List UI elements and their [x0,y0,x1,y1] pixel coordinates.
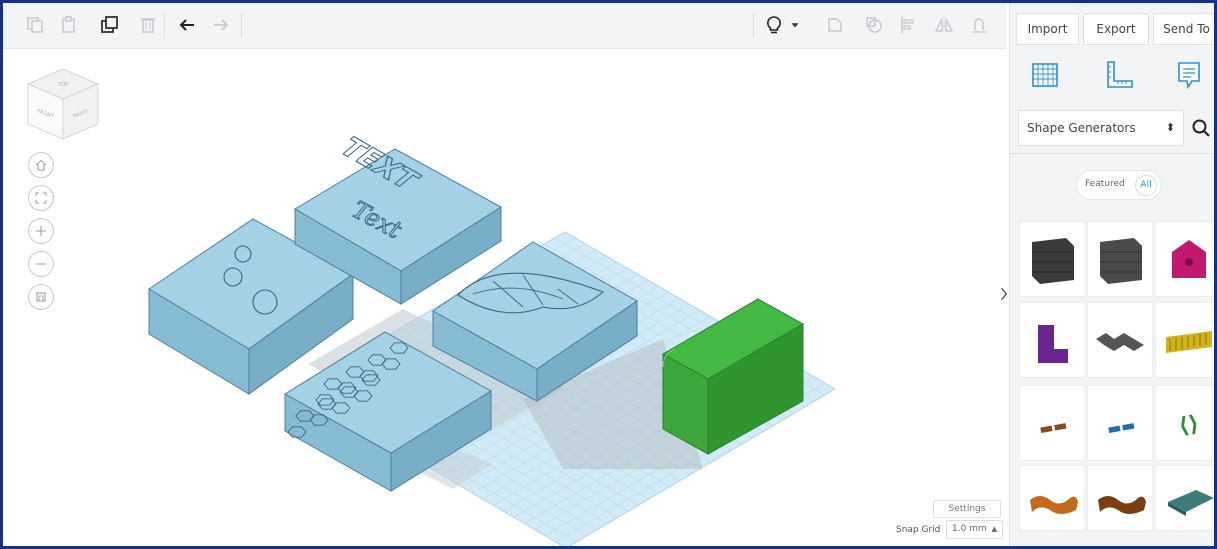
shape-tile-chair[interactable] [1019,302,1085,378]
undo-icon[interactable] [173,11,201,39]
ruler-icon[interactable] [1099,55,1139,95]
birdhouse-icon [1172,240,1206,278]
brick-wall-icon [1032,238,1074,284]
fit-all-icon [35,192,47,204]
shape-tile-plate-teal[interactable] [1155,465,1214,531]
cruise-icon[interactable] [965,11,993,39]
plate-teal-icon [1168,490,1214,516]
view-cube[interactable]: TOP FRONT RIGHT [26,68,100,140]
3d-workplane[interactable]: TOP FRONT RIGHT TEXT Text Settings Snap … [3,49,1006,549]
toolbar-divider [241,13,242,39]
svg-text:⟨⟩: ⟨⟩ [1177,411,1201,439]
library-select[interactable]: Shape Generators ⬍ [1018,110,1184,146]
shape-tile-brick-wall[interactable] [1019,221,1085,297]
delete-icon[interactable] [134,11,162,39]
copy-icon[interactable] [21,11,49,39]
home-icon [35,159,47,171]
align-icon[interactable] [894,11,922,39]
snap-grid-select[interactable]: 1.0 mm ▲ [946,520,1003,539]
stone-wall-icon [1100,238,1142,284]
script-orange-icon [1030,496,1078,514]
panel-divider [1009,153,1214,154]
chevron-right-icon [1001,288,1008,300]
shape-tile-stairs[interactable] [1087,302,1153,378]
shape-tile-text-3d-blue[interactable]: ▬▬ [1087,385,1153,461]
notes-icon[interactable] [1169,55,1209,95]
plus-icon [36,226,46,236]
svg-text:▬▬: ▬▬ [1106,416,1137,439]
scene-canvas[interactable]: TOP FRONT RIGHT TEXT Text [3,49,1006,549]
filter-all[interactable]: All [1135,175,1157,196]
shape-tile-stone-wall[interactable] [1087,221,1153,297]
script-brown-icon [1098,496,1146,514]
text-3d-green-icon: ⟨⟩ [1177,411,1201,439]
viewcube-top-label: TOP [57,82,68,88]
shape-tile-comb[interactable] [1155,302,1214,378]
text-3d-blue-icon: ▬▬ [1106,416,1137,439]
shape-tile-birdhouse[interactable] [1155,221,1214,297]
snap-grid-value: 1.0 mm [952,524,987,534]
comb-icon [1166,331,1212,353]
mirror-icon[interactable] [930,11,958,39]
shape-tile-text-3d-green[interactable]: ⟨⟩ [1155,385,1214,461]
send-to-button[interactable]: Send To [1153,13,1214,45]
caret-up-icon: ▲ [991,525,997,533]
lightbulb-icon[interactable] [760,11,788,39]
chair-icon [1038,325,1068,363]
minus-icon [36,263,46,265]
paste-icon[interactable] [55,11,83,39]
export-button[interactable]: Export [1083,13,1149,45]
ungroup-icon[interactable] [860,11,888,39]
text-3d-brown-icon: ▬▬ [1038,416,1069,439]
import-button[interactable]: Import [1016,13,1079,45]
app-window: TOP FRONT RIGHT TEXT Text Settings Snap … [0,0,1217,549]
toolbar-divider [753,13,754,39]
settings-button[interactable]: Settings [933,500,1001,518]
redo-icon[interactable] [207,11,235,39]
shape-filter-toggle: Featured All [1076,170,1162,200]
fit-view-button[interactable] [28,185,54,211]
shape-tile-text-3d-brown[interactable]: ▬▬ [1019,385,1085,461]
shape-tile-script-orange[interactable] [1019,465,1085,531]
zoom-out-button[interactable] [28,251,54,277]
snap-grid-label: Snap Grid [896,525,941,535]
workplane-grid-icon[interactable] [1025,55,1065,95]
select-arrows-icon: ⬍ [1165,121,1175,134]
search-icon [1192,119,1210,137]
home-view-button[interactable] [28,152,54,178]
dropdown-caret-icon[interactable] [788,11,802,39]
library-select-value: Shape Generators [1027,121,1136,135]
zoom-in-button[interactable] [28,218,54,244]
shape-tile-script-brown[interactable] [1087,465,1153,531]
ortho-icon [36,292,46,302]
search-button[interactable] [1187,113,1214,143]
toolbar-divider [164,13,165,39]
filter-featured[interactable]: Featured [1085,179,1125,189]
group-icon[interactable] [821,11,849,39]
ortho-view-button[interactable] [28,284,54,310]
stairs-icon [1096,333,1144,351]
edit-toolbar [3,3,1006,49]
duplicate-icon[interactable] [96,11,124,39]
svg-text:▬▬: ▬▬ [1038,416,1069,439]
